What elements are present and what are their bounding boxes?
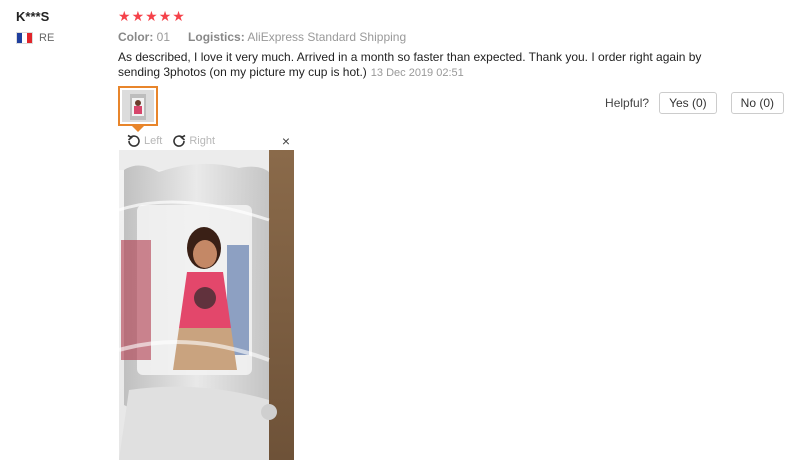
rotate-right-label: Right [189,135,216,147]
photo-thumbnail[interactable] [118,86,158,126]
rotate-right-icon [173,134,186,147]
close-icon[interactable]: × [282,133,290,149]
color-attribute: Color: 01 [118,30,170,44]
logistics-attribute: Logistics: AliExpress Standard Shipping [188,30,406,44]
thumbnail-image [122,90,154,122]
color-value: 01 [156,30,171,44]
star-icon: ★ [172,8,185,24]
rotate-left-label: Left [144,135,163,147]
rotate-left-icon [127,134,140,147]
star-icon: ★ [145,8,158,24]
selected-thumbnail-caret [132,126,144,132]
color-label: Color: [118,30,154,44]
review-date: 13 Dec 2019 02:51 [370,67,464,79]
helpful-label: Helpful? [605,96,650,110]
star-icon: ★ [158,8,172,24]
star-icon: ★ [118,8,131,24]
image-viewer-toolbar: Left Right × [118,133,294,149]
helpful-no-button[interactable]: No (0) [730,92,784,114]
rotate-right-button[interactable]: Right [172,134,215,148]
order-attributes: Color: 01 Logistics: AliExpress Standard… [118,30,406,44]
helpful-yes-button[interactable]: Yes (0) [659,92,717,114]
france-flag-icon [16,32,33,44]
reviewer-country: RE [16,31,54,45]
logistics-label: Logistics: [188,30,245,44]
logistics-value: AliExpress Standard Shipping [247,30,407,44]
review-photo [119,150,294,460]
star-icon: ★ [131,8,145,24]
star-rating: ★ ★ ★ ★ ★ [118,9,185,23]
country-code: RE [39,32,55,44]
review-text: As described, I love it very much. Arriv… [118,50,718,81]
helpful-vote: Helpful? Yes (0) No (0) [605,92,784,114]
rotate-left-button[interactable]: Left [127,134,162,148]
reviewer-name: K***S [16,9,50,24]
